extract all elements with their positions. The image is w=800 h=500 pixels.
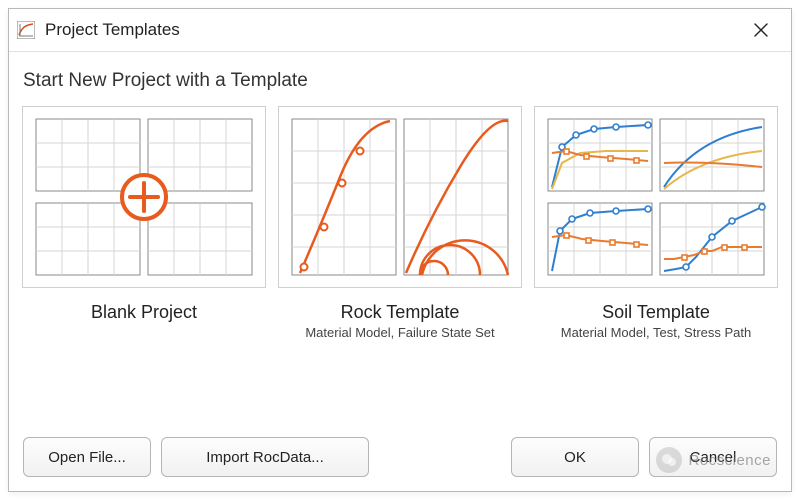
close-button[interactable]: [741, 14, 781, 46]
titlebar: Project Templates: [9, 9, 791, 52]
close-icon: [754, 23, 768, 37]
template-name: Blank Project: [91, 302, 197, 323]
button-label: OK: [564, 449, 586, 466]
template-sub: Material Model, Failure State Set: [305, 325, 494, 340]
soil-chart-icon: [535, 107, 777, 287]
template-card-blank[interactable]: Blank Project: [23, 106, 265, 423]
template-thumb-blank: [22, 106, 266, 288]
template-name: Rock Template: [341, 302, 460, 323]
button-label: Import RocData...: [206, 449, 324, 466]
template-cards: Blank Project: [9, 96, 791, 427]
template-sub: Material Model, Test, Stress Path: [561, 325, 752, 340]
button-label: Cancel: [690, 449, 737, 466]
template-thumb-soil: [534, 106, 778, 288]
open-file-button[interactable]: Open File...: [23, 437, 151, 477]
button-label: Open File...: [48, 449, 126, 466]
template-thumb-rock: [278, 106, 522, 288]
dialog-title: Project Templates: [45, 20, 741, 40]
import-rocdata-button[interactable]: Import RocData...: [161, 437, 369, 477]
template-card-rock[interactable]: Rock Template Material Model, Failure St…: [279, 106, 521, 423]
template-name: Soil Template: [602, 302, 710, 323]
template-card-soil[interactable]: Soil Template Material Model, Test, Stre…: [535, 106, 777, 423]
ok-button[interactable]: OK: [511, 437, 639, 477]
rock-chart-icon: [279, 107, 521, 287]
button-bar: Open File... Import RocData... OK Cancel: [9, 427, 791, 491]
subheading: Start New Project with a Template: [9, 52, 791, 96]
cancel-button[interactable]: Cancel: [649, 437, 777, 477]
app-icon: [17, 21, 35, 39]
blank-grid-icon: [23, 107, 265, 287]
project-templates-dialog: Project Templates Start New Project with…: [8, 8, 792, 492]
